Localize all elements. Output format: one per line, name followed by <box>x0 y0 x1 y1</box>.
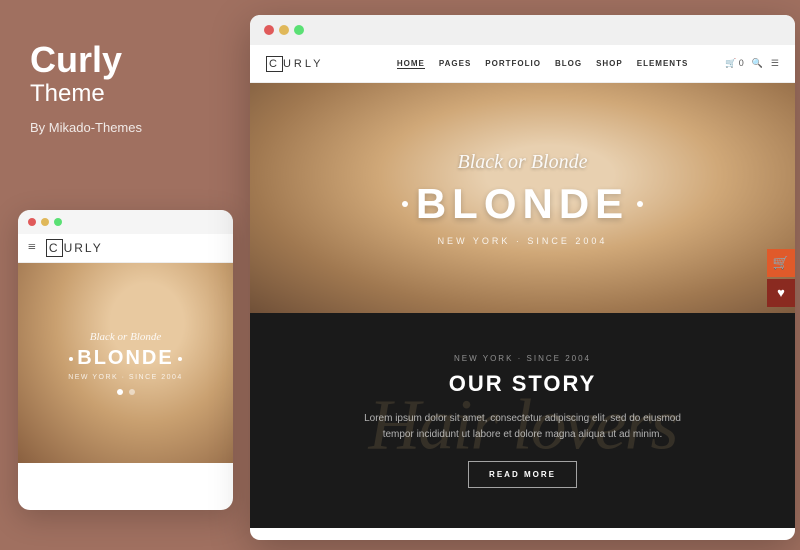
mobile-slide-indicators <box>68 389 183 395</box>
nav-home[interactable]: HOME <box>397 59 425 69</box>
desktop-dot-yellow <box>279 25 289 35</box>
desktop-logo: CURLY <box>266 58 323 70</box>
mobile-indicator-1 <box>117 389 123 395</box>
desktop-blonde-dot-right <box>637 201 643 207</box>
brand-title: Curly <box>30 40 220 80</box>
brand-by: By Mikado-Themes <box>30 120 220 135</box>
desktop-window-controls <box>250 15 795 45</box>
mobile-hero-script: Black or Blonde <box>68 331 183 343</box>
desktop-preview-card: CURLY HOME PAGES PORTFOLIO BLOG SHOP ELE… <box>250 15 795 540</box>
desktop-hero-main: BLONDE <box>416 180 629 228</box>
desktop-nav-icons: 🛒 0 🔍 ☰ <box>725 58 779 69</box>
desktop-dot-green <box>294 25 304 35</box>
search-icon[interactable]: 🔍 <box>752 58 763 69</box>
menu-icon[interactable]: ☰ <box>771 58 779 69</box>
mobile-hamburger-icon: ≡ <box>28 240 36 256</box>
dark-section-body: Lorem ipsum dolor sit amet, consectetur … <box>363 411 683 443</box>
desktop-blonde-dot-left <box>402 201 408 207</box>
nav-shop[interactable]: SHOP <box>596 59 623 69</box>
mobile-logo: CURLY <box>46 241 103 255</box>
brand-subtitle: Theme <box>30 80 220 108</box>
mobile-hero-subtitle: NEW YORK · SINCE 2004 <box>68 374 183 381</box>
desktop-hero-script: Black or Blonde <box>458 151 588 174</box>
desktop-nav-links: HOME PAGES PORTFOLIO BLOG SHOP ELEMENTS <box>397 59 688 69</box>
mobile-hero-main: BLONDE <box>77 347 173 370</box>
desktop-blonde-row: BLONDE <box>402 180 643 228</box>
nav-pages[interactable]: PAGES <box>439 59 471 69</box>
dark-section-title: OUR STORY <box>363 371 683 397</box>
desktop-dark-section: Hair lovers NEW YORK · SINCE 2004 OUR ST… <box>250 313 795 528</box>
mobile-dot-yellow <box>41 218 49 226</box>
nav-elements[interactable]: ELEMENTS <box>637 59 689 69</box>
desktop-nav: CURLY HOME PAGES PORTFOLIO BLOG SHOP ELE… <box>250 45 795 83</box>
desktop-dot-red <box>264 25 274 35</box>
cart-icon[interactable]: 🛒 0 <box>725 58 744 69</box>
mobile-blonde-dot-right <box>178 357 182 361</box>
mobile-window-controls <box>18 210 233 234</box>
read-more-button[interactable]: READ MORE <box>468 461 577 488</box>
mobile-hero: Black or Blonde BLONDE NEW YORK · SINCE … <box>18 263 233 463</box>
mobile-dot-green <box>54 218 62 226</box>
nav-blog[interactable]: BLOG <box>555 59 582 69</box>
mobile-hero-content: Black or Blonde BLONDE NEW YORK · SINCE … <box>68 331 183 395</box>
dark-section-content: NEW YORK · SINCE 2004 OUR STORY Lorem ip… <box>303 354 743 488</box>
desktop-hero: Black or Blonde BLONDE NEW YORK · SINCE … <box>250 83 795 313</box>
mobile-blonde-row: BLONDE <box>68 347 183 370</box>
mobile-blonde-dot-left <box>69 357 73 361</box>
mobile-logo-boxed: C <box>46 239 63 257</box>
mobile-dot-red <box>28 218 36 226</box>
desktop-hero-content: Black or Blonde BLONDE NEW YORK · SINCE … <box>250 83 795 313</box>
mobile-indicator-2 <box>129 389 135 395</box>
desktop-hero-subtitle: NEW YORK · SINCE 2004 <box>438 236 608 246</box>
desktop-logo-boxed: C <box>266 56 283 72</box>
dark-location-label: NEW YORK · SINCE 2004 <box>363 354 683 363</box>
mobile-nav: ≡ CURLY <box>18 234 233 263</box>
nav-portfolio[interactable]: PORTFOLIO <box>485 59 541 69</box>
mobile-preview-card: ≡ CURLY Black or Blonde BLONDE NEW YORK … <box>18 210 233 510</box>
